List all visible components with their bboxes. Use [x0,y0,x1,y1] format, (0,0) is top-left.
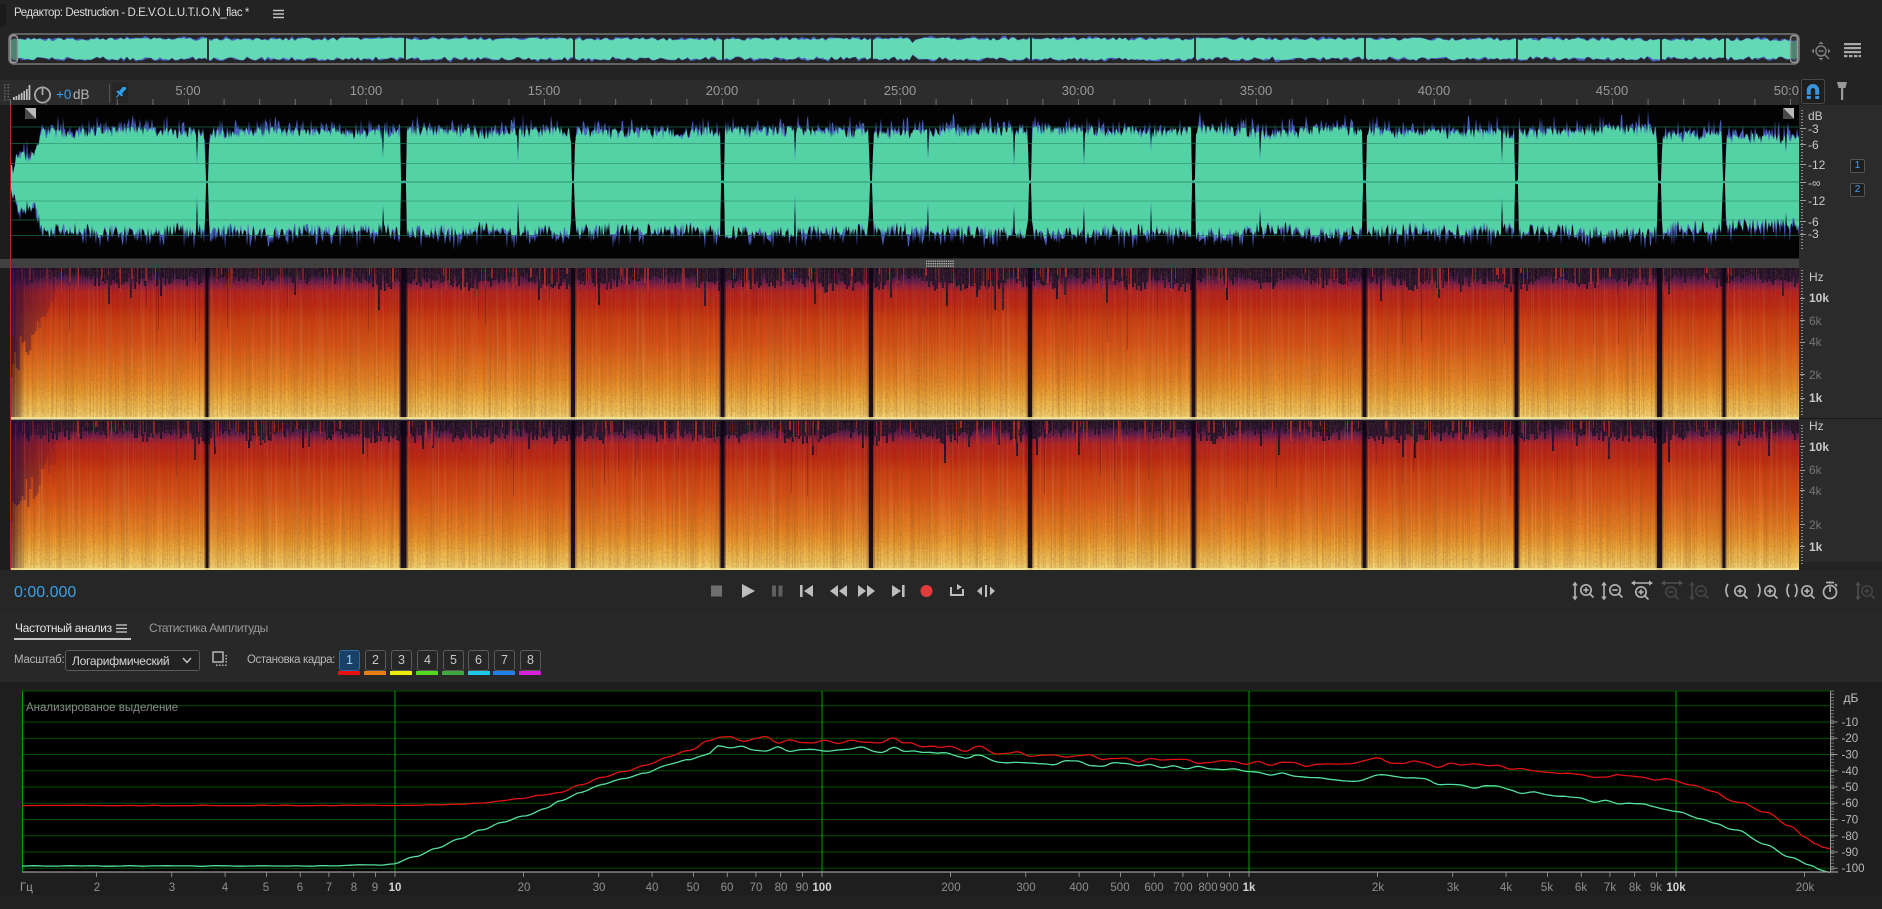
svg-text:600: 600 [1144,882,1163,894]
svg-text:40: 40 [646,882,659,894]
svg-text:400: 400 [1069,882,1088,894]
svg-text:70: 70 [750,882,763,894]
svg-text:-20: -20 [1842,733,1859,745]
svg-text:40:00: 40:00 [1418,83,1451,98]
svg-text:5k: 5k [1541,882,1553,894]
svg-text:10k: 10k [1666,882,1686,894]
svg-text:3: 3 [169,882,175,894]
svg-text:20:00: 20:00 [706,83,739,98]
svg-text:50:00: 50:00 [1774,83,1799,98]
svg-text:3k: 3k [1447,882,1459,894]
svg-text:2k: 2k [1372,882,1384,894]
svg-text:-50: -50 [1842,782,1859,794]
svg-text:800: 800 [1198,882,1217,894]
svg-text:дБ: дБ [1844,691,1859,705]
svg-text:-80: -80 [1842,831,1859,843]
svg-text:15:00: 15:00 [528,83,561,98]
svg-text:200: 200 [941,882,960,894]
svg-text:10:00: 10:00 [350,83,383,98]
svg-text:7k: 7k [1604,882,1616,894]
svg-text:5: 5 [263,882,269,894]
svg-text:35:00: 35:00 [1240,83,1273,98]
svg-text:5:00: 5:00 [175,83,200,98]
svg-text:-10: -10 [1842,717,1859,729]
svg-text:8: 8 [351,882,357,894]
svg-text:4: 4 [222,882,229,894]
svg-text:90: 90 [796,882,809,894]
svg-text:30:00: 30:00 [1062,83,1095,98]
svg-text:300: 300 [1016,882,1035,894]
svg-text:45:00: 45:00 [1596,83,1629,98]
svg-text:6: 6 [297,882,303,894]
svg-text:20k: 20k [1796,882,1815,894]
svg-text:60: 60 [721,882,734,894]
svg-text:2: 2 [94,882,100,894]
svg-text:30: 30 [593,882,606,894]
svg-text:-40: -40 [1842,766,1859,778]
svg-text:100: 100 [812,882,831,894]
svg-text:10: 10 [389,882,402,894]
svg-text:6k: 6k [1575,882,1587,894]
svg-text:9: 9 [372,882,378,894]
svg-text:-60: -60 [1842,798,1859,810]
svg-text:900: 900 [1219,882,1238,894]
svg-text:50: 50 [687,882,700,894]
svg-text:9k: 9k [1650,882,1662,894]
svg-text:500: 500 [1110,882,1129,894]
svg-text:8k: 8k [1629,882,1641,894]
svg-text:-70: -70 [1842,815,1859,827]
svg-text:Гц: Гц [20,882,33,894]
svg-text:-30: -30 [1842,750,1859,762]
svg-text:4k: 4k [1500,882,1512,894]
svg-text:80: 80 [775,882,788,894]
svg-text:7: 7 [326,882,332,894]
svg-text:25:00: 25:00 [884,83,917,98]
svg-text:1k: 1k [1243,882,1256,894]
svg-text:700: 700 [1173,882,1192,894]
svg-text:Анализированое выделение: Анализированое выделение [26,702,178,714]
svg-text:-90: -90 [1842,847,1859,859]
svg-text:20: 20 [518,882,531,894]
svg-text:-100: -100 [1842,863,1865,875]
